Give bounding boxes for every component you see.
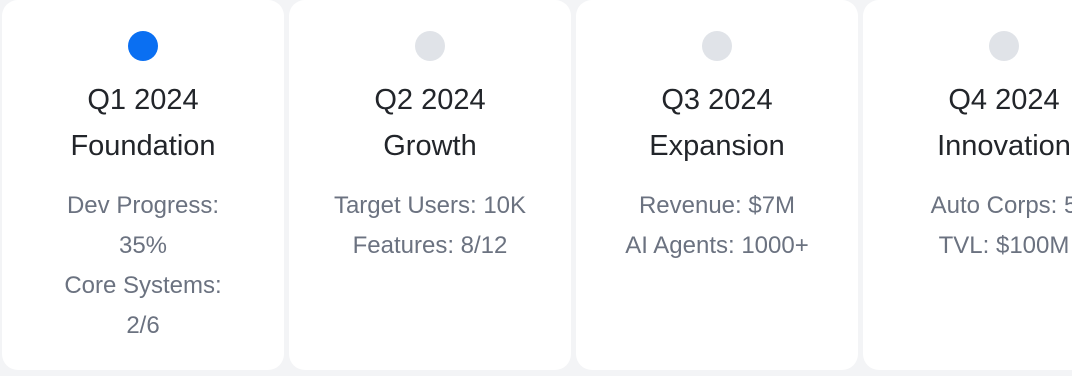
milestone-metric: TVL: $100M	[938, 232, 1070, 259]
milestone-metric: Core Systems: 2/6	[64, 272, 222, 339]
milestone-quarter: Q1 2024	[87, 84, 199, 116]
milestone-phase: Expansion	[649, 130, 785, 162]
milestone-card-q4: Q4 2024 Innovation Auto Corps: 5 TVL: $1…	[863, 0, 1072, 370]
milestone-phase: Growth	[383, 130, 477, 162]
milestone-metric: Target Users: 10K	[333, 192, 527, 219]
milestone-status-dot-active	[128, 31, 158, 61]
milestone-metric: AI Agents: 1000+	[625, 232, 809, 259]
milestone-metric: Revenue: $7M	[638, 192, 796, 219]
milestone-metrics: Target Users: 10K Features: 8/12	[289, 186, 571, 266]
milestone-metrics: Revenue: $7M AI Agents: 1000+	[576, 186, 858, 266]
milestone-metric: Auto Corps: 5	[930, 192, 1072, 219]
milestone-phase: Innovation	[937, 130, 1071, 162]
milestone-status-dot	[702, 31, 732, 61]
milestone-card-q2: Q2 2024 Growth Target Users: 10K Feature…	[289, 0, 571, 370]
roadmap-timeline: Q1 2024 Foundation Dev Progress: 35% Cor…	[0, 0, 1072, 376]
milestone-card-q1: Q1 2024 Foundation Dev Progress: 35% Cor…	[2, 0, 284, 370]
milestone-metric: Dev Progress: 35%	[66, 192, 220, 259]
milestone-status-dot	[989, 31, 1019, 61]
milestone-quarter: Q3 2024	[661, 84, 773, 116]
milestone-metrics: Dev Progress: 35% Core Systems: 2/6	[2, 186, 284, 346]
milestone-quarter: Q4 2024	[948, 84, 1060, 116]
milestone-metrics: Auto Corps: 5 TVL: $100M	[863, 186, 1072, 266]
milestone-status-dot	[415, 31, 445, 61]
milestone-card-q3: Q3 2024 Expansion Revenue: $7M AI Agents…	[576, 0, 858, 370]
milestone-quarter: Q2 2024	[374, 84, 486, 116]
milestone-phase: Foundation	[70, 130, 216, 162]
milestone-metric: Features: 8/12	[352, 232, 508, 259]
